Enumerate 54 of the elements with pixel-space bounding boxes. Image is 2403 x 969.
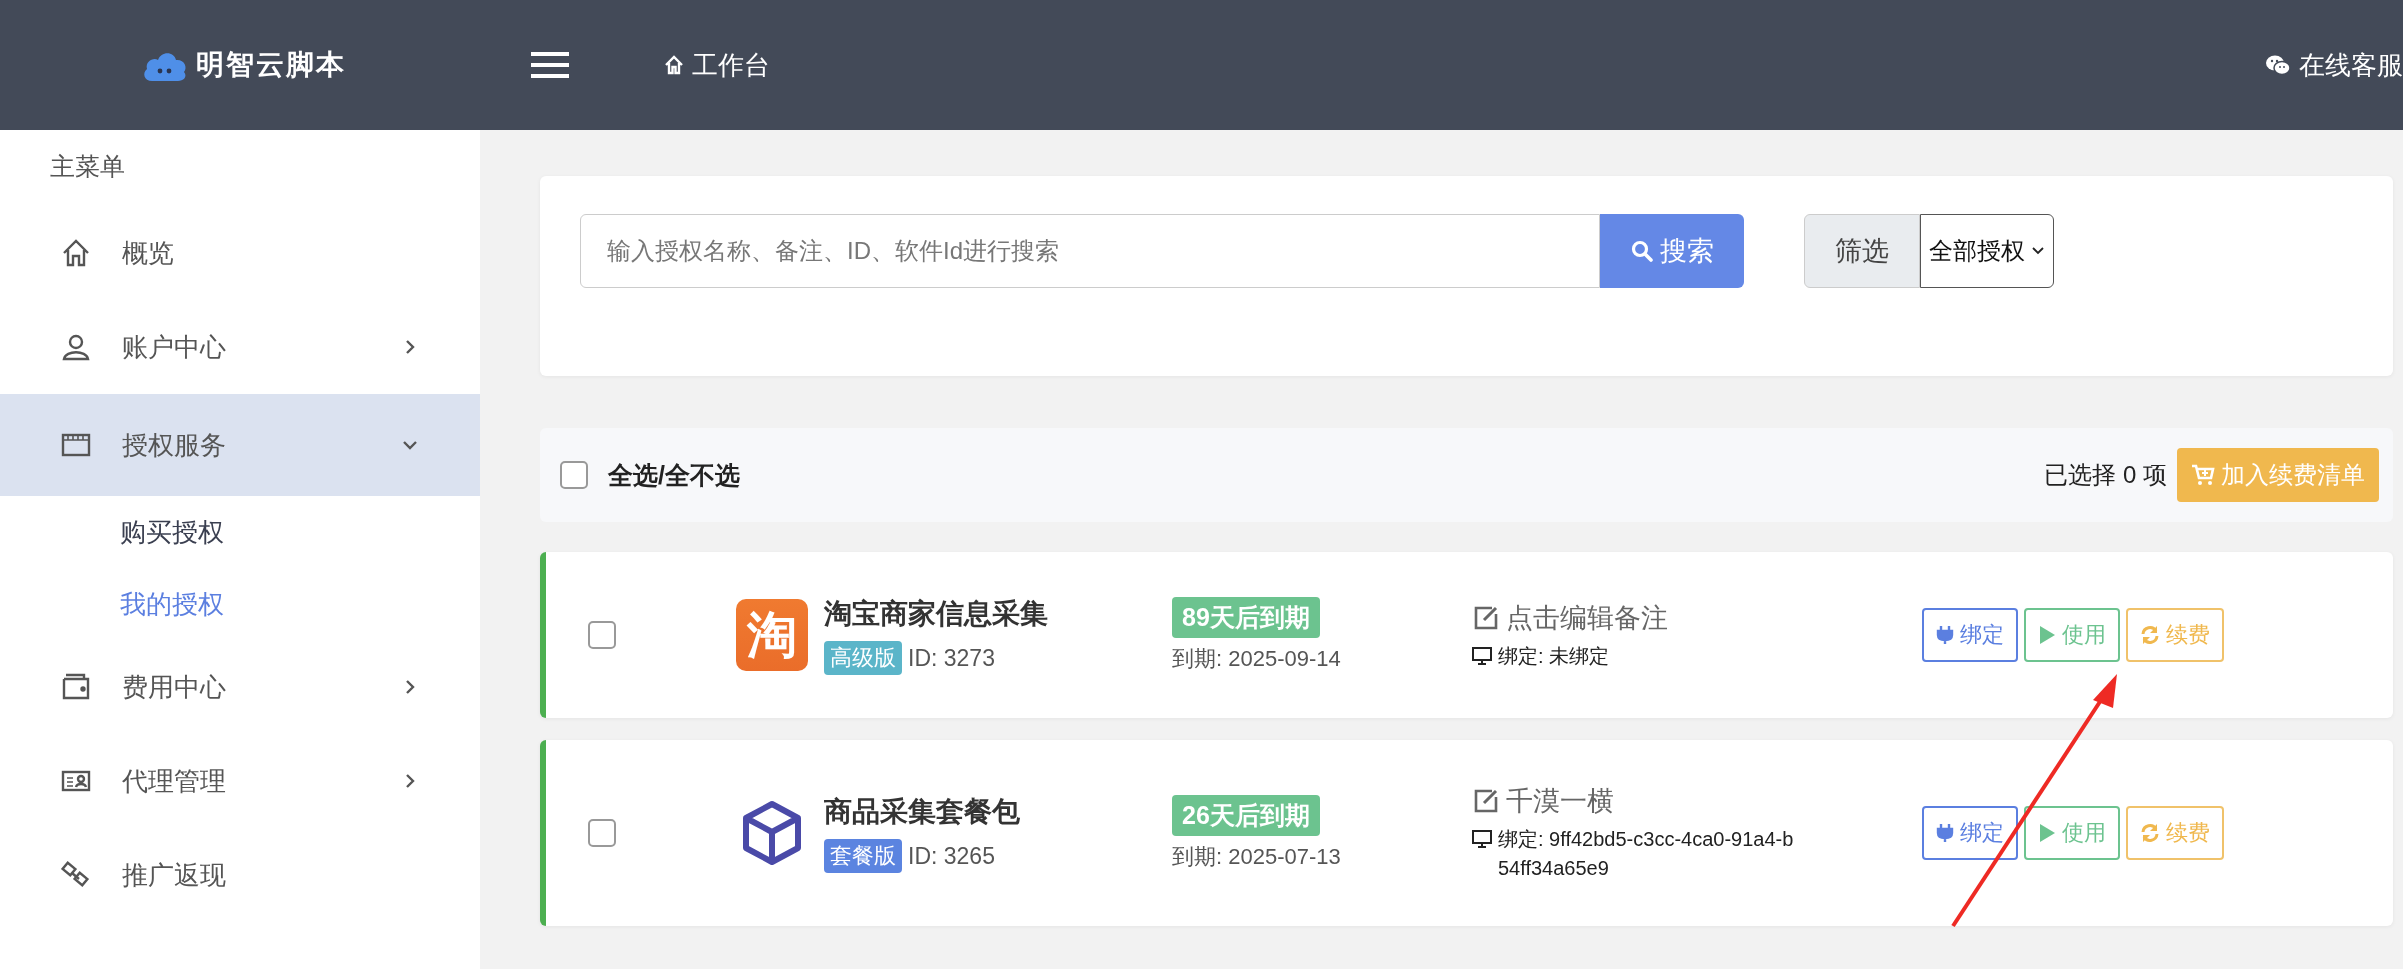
search-field[interactable]: 输入授权名称、备注、ID、软件Id进行搜索 [580, 214, 1600, 288]
filter-dropdown[interactable]: 全部授权 [1920, 214, 2054, 288]
row-checkbox[interactable] [588, 819, 616, 847]
submenu-item[interactable]: 购买授权 [0, 496, 480, 568]
bind-button[interactable]: 绑定 [1922, 608, 2018, 662]
app-name: 明智云脚本 [196, 48, 346, 82]
plug-icon [1936, 823, 1954, 843]
tier-tag: 高级版 [824, 641, 902, 675]
expiry-date: 到期: 2025-07-13 [1172, 842, 1341, 871]
sidebar-item[interactable]: 概览 [0, 206, 480, 300]
edit-icon [1472, 787, 1500, 815]
sidebar-item[interactable]: 授权服务 [0, 394, 480, 496]
monitor-icon [1472, 830, 1492, 848]
bind-button[interactable]: 绑定 [1922, 806, 2018, 860]
expiry-date: 到期: 2025-09-14 [1172, 644, 1341, 673]
select-all-checkbox[interactable] [560, 461, 588, 489]
online-service-link[interactable]: 在线客服 [2265, 47, 2403, 83]
binding-text: 绑定: 未绑定 [1498, 643, 1610, 669]
sidebar-item[interactable]: 推广返现 [0, 828, 480, 922]
edit-note-link[interactable]: 千漠一横 [1472, 783, 1922, 819]
cart-icon [2191, 464, 2215, 486]
search-button[interactable]: 搜索 [1600, 214, 1744, 288]
edit-note-link[interactable]: 点击编辑备注 [1472, 599, 1922, 636]
select-all-label: 全选/全不选 [608, 459, 740, 491]
row-checkbox[interactable] [588, 621, 616, 649]
home-icon [664, 55, 684, 75]
plug-icon [1936, 625, 1954, 645]
filter-label: 筛选 [1804, 214, 1920, 288]
monitor-icon [1472, 646, 1492, 665]
expiry-badge: 89天后到期 [1172, 596, 1320, 638]
product-name: 淘宝商家信息采集 [824, 597, 1049, 631]
search-icon [1630, 239, 1654, 263]
product-name: 商品采集套餐包 [824, 795, 1021, 829]
tier-tag: 套餐版 [824, 839, 902, 873]
selected-count: 已选择 0 项 [2044, 460, 2167, 490]
menu-icon[interactable] [531, 52, 569, 78]
play-icon [2038, 823, 2056, 843]
workbench-link[interactable]: 工作台 [664, 47, 770, 83]
sidebar-title: 主菜单 [49, 151, 126, 182]
expiry-badge: 26天后到期 [1172, 794, 1320, 836]
play-icon [2038, 625, 2056, 645]
refresh-icon [2140, 823, 2160, 843]
caret-icon [2031, 246, 2045, 256]
cube-icon [741, 800, 803, 866]
license-id: ID: 3265 [908, 842, 995, 870]
binding-text: 绑定: 9ff42bd5-c3cc-4ca0-91a4-b54ff34a65e9 [1498, 827, 1795, 881]
refresh-icon [2140, 625, 2160, 645]
license-id: ID: 3273 [908, 644, 995, 672]
sidebar-item[interactable]: 代理管理 [0, 734, 480, 828]
chat-icon [2265, 54, 2291, 76]
submenu-item[interactable]: 我的授权 [0, 568, 480, 640]
product-logo: 淘 [736, 599, 808, 671]
sidebar-item[interactable]: 费用中心 [0, 640, 480, 734]
sidebar-item[interactable]: 账户中心 [0, 300, 480, 394]
